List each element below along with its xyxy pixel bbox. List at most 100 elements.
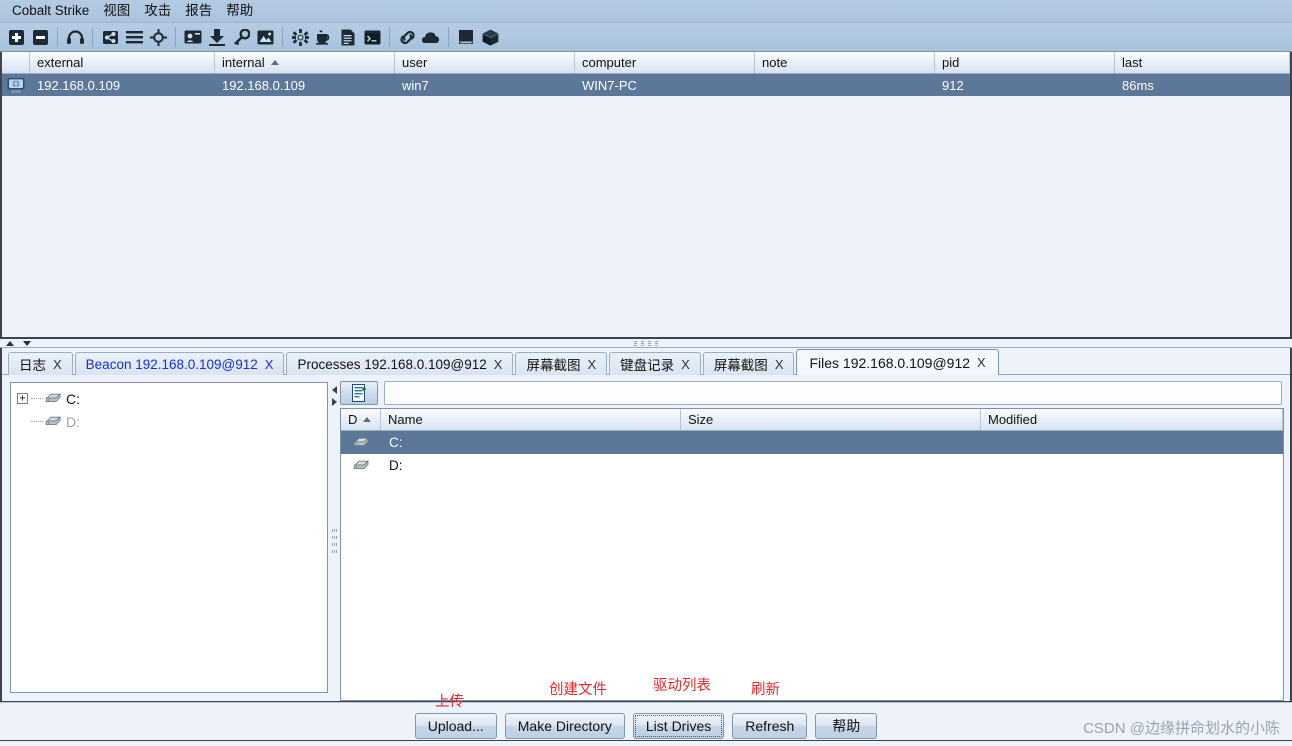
file-column-header-d[interactable]: D [341, 409, 381, 430]
downloads-icon[interactable] [206, 26, 228, 48]
splitter-collapse-left-icon[interactable] [331, 386, 337, 394]
menu-item-4[interactable]: 帮助 [219, 2, 260, 21]
column-label: external [37, 55, 84, 70]
beacon-column-header-user[interactable]: user [395, 52, 575, 73]
file-column-header-modified[interactable]: Modified [981, 409, 1283, 430]
link-icon[interactable] [396, 26, 418, 48]
beacon-column-header-computer[interactable]: computer [575, 52, 755, 73]
tree-node-c[interactable]: + C: [11, 387, 327, 410]
refresh-button[interactable]: Refresh [732, 712, 808, 739]
tab-close-icon[interactable]: X [494, 357, 503, 372]
toolbar-separator [282, 27, 283, 47]
file-column-header-name[interactable]: Name [381, 409, 681, 430]
splitter-collapse-down-icon[interactable] [23, 340, 31, 346]
toolbar-separator [389, 27, 390, 47]
splitter-collapse-up-icon[interactable] [6, 340, 14, 346]
tab-5[interactable]: 屏幕截图 X [702, 352, 795, 375]
beacon-cell-computer: WIN7-PC [582, 77, 637, 93]
beacon-cell-pid: 912 [942, 77, 964, 93]
splitter-collapse-right-icon[interactable] [331, 398, 337, 406]
drive-icon [341, 459, 381, 472]
beacon-column-header-internal[interactable]: internal [215, 52, 395, 73]
beacon-column-header-last[interactable]: last [1115, 52, 1290, 73]
file-column-header-size[interactable]: Size [681, 409, 981, 430]
tab-2[interactable]: Processes 192.168.0.109@912 X [286, 352, 514, 375]
file-list-row[interactable]: D: [341, 454, 1283, 477]
tab-0[interactable]: 日志 X [8, 352, 73, 375]
screenshots-icon[interactable] [254, 26, 276, 48]
tab-3[interactable]: 屏幕截图 X [515, 352, 608, 375]
session-list-icon[interactable] [123, 26, 145, 48]
remove-listener-icon[interactable] [29, 26, 51, 48]
book-icon[interactable] [455, 26, 477, 48]
make-directory-button[interactable]: Make Directory [504, 712, 625, 739]
console-icon[interactable] [361, 26, 383, 48]
vertical-splitter-grip[interactable] [331, 528, 337, 553]
drive-icon [45, 415, 62, 428]
tree-node-label: D: [66, 413, 80, 430]
cobalt-strike-window: Cobalt Strike 视图 攻击 报告 帮助 external internal us… [0, 0, 1292, 746]
host-computer-icon [2, 74, 30, 96]
column-label: Modified [988, 412, 1038, 427]
menu-item-2[interactable]: 攻击 [137, 2, 178, 21]
beacon-table-row[interactable]: 192.168.0.109 192.168.0.109 win7 WIN7-PC 912… [2, 74, 1290, 96]
tab-close-icon[interactable]: X [265, 357, 274, 372]
tree-expand-icon[interactable]: + [17, 393, 28, 404]
file-list-panel: D Name Size Modified C: D: [340, 380, 1284, 701]
credentials-icon[interactable] [182, 26, 204, 48]
tab-4[interactable]: 键盘记录 X [609, 352, 701, 375]
column-label: user [402, 55, 428, 70]
toolbar-separator [57, 27, 58, 47]
package-icon[interactable] [479, 26, 501, 48]
payload-generator-icon[interactable] [313, 26, 335, 48]
path-toolbar [340, 380, 1284, 408]
splitter-grip[interactable] [634, 340, 658, 346]
new-folder-icon[interactable] [340, 381, 378, 405]
beacon-column-header-note[interactable]: note [755, 52, 935, 73]
cloud-icon[interactable] [420, 26, 442, 48]
file-list-row[interactable]: C: [341, 431, 1283, 454]
script-file-icon[interactable] [337, 26, 359, 48]
script-console-icon[interactable] [289, 26, 311, 48]
beacon-table-body: 192.168.0.109 192.168.0.109 win7 WIN7-PC 912… [2, 74, 1290, 337]
sort-ascending-icon [270, 60, 279, 65]
beacon-cell-internal: 192.168.0.109 [222, 77, 306, 93]
targets-icon[interactable] [147, 26, 169, 48]
drive-tree[interactable]: + C: D: [10, 382, 328, 693]
tab-label: 屏幕截图 [713, 358, 768, 373]
headset-icon[interactable] [64, 26, 86, 48]
drive-icon [45, 392, 62, 405]
beacon-cell-external: 192.168.0.109 [37, 77, 121, 93]
tab-close-icon[interactable]: X [977, 355, 986, 370]
keystrokes-icon[interactable] [230, 26, 252, 48]
tab-close-icon[interactable]: X [775, 357, 784, 372]
toolbar [0, 23, 1292, 52]
beacon-column-header-icon[interactable] [2, 52, 30, 73]
horizontal-splitter[interactable] [0, 337, 1292, 348]
menu-item-1[interactable]: 视图 [96, 2, 137, 21]
column-label: Size [688, 412, 714, 427]
path-input[interactable] [384, 381, 1282, 405]
status-strip [0, 740, 1292, 746]
beacon-cell-last: 86ms [1122, 77, 1154, 93]
file-list-body: C: D: [341, 431, 1283, 700]
add-listener-icon[interactable] [5, 26, 27, 48]
menu-item-3[interactable]: 报告 [178, 2, 219, 21]
share-graph-icon[interactable] [99, 26, 121, 48]
tab-6[interactable]: Files 192.168.0.109@912 X [796, 349, 999, 375]
tab-close-icon[interactable]: X [587, 357, 596, 372]
beacon-column-header-pid[interactable]: pid [935, 52, 1115, 73]
vertical-splitter[interactable] [328, 380, 340, 701]
tree-node-d[interactable]: D: [11, 410, 327, 433]
file-list: D Name Size Modified C: D: [340, 408, 1284, 701]
menu-item-cobalt-strike[interactable]: Cobalt Strike [5, 2, 96, 21]
help-button[interactable]: 帮助 [815, 712, 878, 739]
beacon-table-panel: external internal user computer note pid last … [0, 52, 1292, 337]
beacon-column-header-external[interactable]: external [30, 52, 215, 73]
tab-close-icon[interactable]: X [681, 357, 690, 372]
upload-button[interactable]: Upload... [414, 712, 497, 739]
list-drives-button[interactable]: List Drives [632, 712, 725, 739]
tab-1[interactable]: Beacon 192.168.0.109@912 X [74, 352, 285, 375]
tab-close-icon[interactable]: X [53, 357, 62, 372]
tree-node-label: C: [66, 390, 80, 407]
